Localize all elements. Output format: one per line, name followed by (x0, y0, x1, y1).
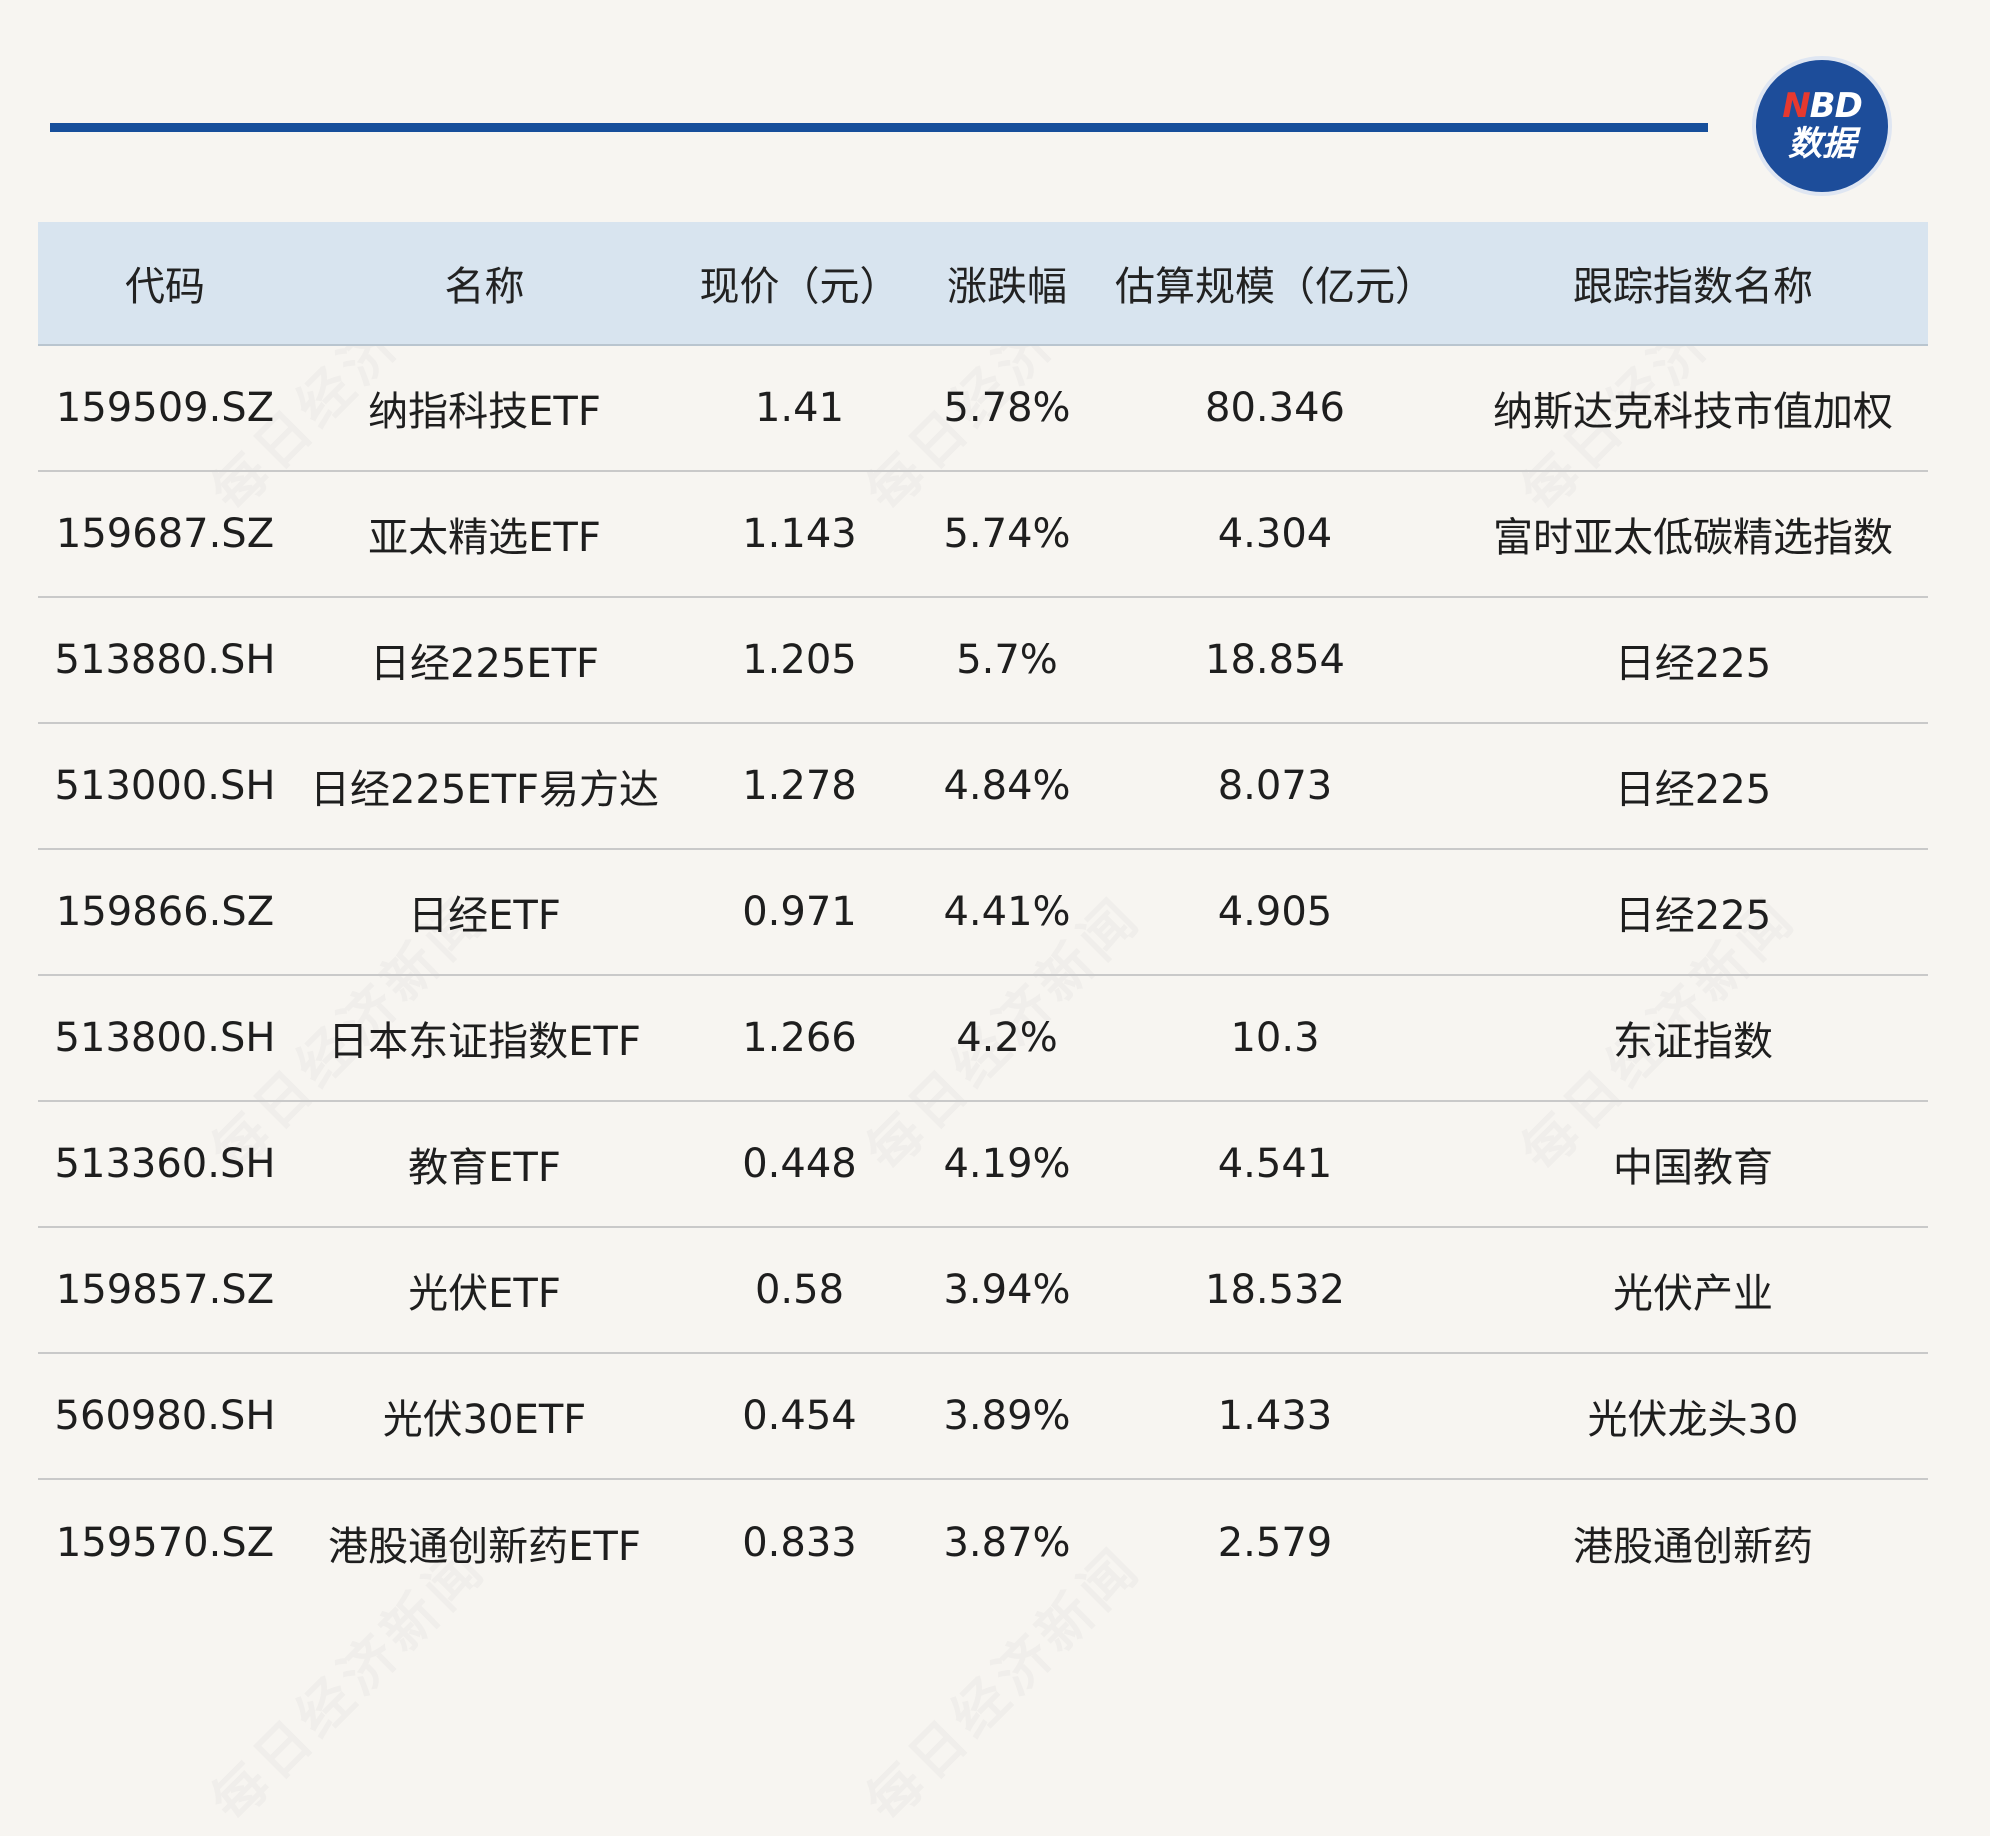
cell-change: 3.87% (943, 1520, 1071, 1566)
cell-index: 港股通创新药 (1573, 1524, 1813, 1570)
cell-index: 日经225 (1614, 893, 1772, 939)
table-row: 159866.SZ 日经ETF 0.971 4.41% 4.905 日经225 (38, 850, 1928, 976)
cell-code: 513000.SH (54, 763, 276, 809)
table-row: 513880.SH 日经225ETF 1.205 5.7% 18.854 日经2… (38, 598, 1928, 724)
cell-name: 纳指科技ETF (368, 389, 601, 435)
cell-change: 5.78% (943, 385, 1071, 431)
cell-name: 日经225ETF (369, 641, 600, 687)
header-index: 跟踪指数名称 (1573, 264, 1813, 310)
table-row: 159687.SZ 亚太精选ETF 1.143 5.74% 4.304 富时亚太… (38, 472, 1928, 598)
cell-name: 港股通创新药ETF (328, 1524, 641, 1570)
cell-change: 4.84% (943, 763, 1071, 809)
nbd-data-logo: NBD 数据 (1752, 56, 1892, 196)
cell-scale: 10.3 (1230, 1015, 1320, 1061)
cell-name: 日经ETF (408, 893, 561, 939)
cell-scale: 2.579 (1217, 1520, 1333, 1566)
cell-code: 159866.SZ (55, 889, 275, 935)
table-row: 159570.SZ 港股通创新药ETF 0.833 3.87% 2.579 港股… (38, 1480, 1928, 1606)
cell-scale: 8.073 (1217, 763, 1333, 809)
cell-code: 159687.SZ (55, 511, 275, 557)
cell-change: 5.74% (943, 511, 1071, 557)
cell-scale: 1.433 (1217, 1393, 1333, 1439)
cell-price: 1.278 (742, 763, 857, 809)
cell-name: 日本东证指数ETF (328, 1019, 641, 1065)
cell-scale: 18.532 (1205, 1267, 1345, 1313)
logo-wordmark: NBD (1782, 86, 1863, 126)
cell-price: 0.971 (742, 889, 857, 935)
table-header: 代码 名称 现价（元） 涨跌幅 估算规模（亿元） 跟踪指数名称 (38, 222, 1928, 346)
cell-change: 4.19% (943, 1141, 1071, 1187)
cell-index: 光伏龙头30 (1587, 1397, 1799, 1443)
header-change: 涨跌幅 (947, 264, 1067, 310)
logo-subtitle: 数据 (1788, 124, 1856, 164)
cell-price: 1.143 (742, 511, 857, 557)
table-row: 513800.SH 日本东证指数ETF 1.266 4.2% 10.3 东证指数 (38, 976, 1928, 1102)
cell-price: 1.205 (742, 637, 857, 683)
logo-n: N (1782, 86, 1810, 126)
table-row: 513000.SH 日经225ETF易方达 1.278 4.84% 8.073 … (38, 724, 1928, 850)
logo-bd: BD (1809, 86, 1863, 126)
cell-scale: 18.854 (1205, 637, 1345, 683)
table-row: 513360.SH 教育ETF 0.448 4.19% 4.541 中国教育 (38, 1102, 1928, 1228)
header-price: 现价（元） (699, 264, 900, 310)
cell-index: 东证指数 (1613, 1019, 1773, 1065)
cell-price: 0.833 (742, 1520, 857, 1566)
cell-code: 560980.SH (54, 1393, 276, 1439)
cell-code: 159857.SZ (55, 1267, 275, 1313)
cell-code: 513880.SH (54, 637, 276, 683)
table-row: 560980.SH 光伏30ETF 0.454 3.89% 1.433 光伏龙头… (38, 1354, 1928, 1480)
cell-change: 4.2% (956, 1015, 1058, 1061)
header-code: 代码 (125, 264, 205, 310)
cell-code: 513360.SH (54, 1141, 276, 1187)
table-row: 159857.SZ 光伏ETF 0.58 3.94% 18.532 光伏产业 (38, 1228, 1928, 1354)
cell-scale: 4.905 (1217, 889, 1333, 935)
cell-change: 3.94% (943, 1267, 1071, 1313)
cell-index: 富时亚太低碳精选指数 (1493, 515, 1893, 561)
cell-price: 0.454 (742, 1393, 857, 1439)
cell-index: 日经225 (1614, 641, 1772, 687)
cell-index: 纳斯达克科技市值加权 (1493, 389, 1893, 435)
cell-name: 光伏30ETF (382, 1397, 587, 1443)
cell-price: 1.41 (754, 385, 845, 431)
header-name: 名称 (444, 264, 525, 310)
cell-name: 光伏ETF (408, 1271, 561, 1317)
cell-change: 4.41% (943, 889, 1071, 935)
cell-index: 光伏产业 (1613, 1271, 1773, 1317)
cell-change: 5.7% (956, 637, 1058, 683)
cell-price: 0.448 (742, 1141, 857, 1187)
header-rule (50, 123, 1708, 132)
cell-name: 教育ETF (408, 1145, 561, 1191)
cell-scale: 4.541 (1217, 1141, 1333, 1187)
table-row: 159509.SZ 纳指科技ETF 1.41 5.78% 80.346 纳斯达克… (38, 346, 1928, 472)
cell-code: 159570.SZ (55, 1520, 275, 1566)
cell-scale: 80.346 (1205, 385, 1345, 431)
cell-price: 1.266 (742, 1015, 857, 1061)
cell-index: 日经225 (1614, 767, 1772, 813)
cell-code: 513800.SH (54, 1015, 276, 1061)
etf-table: 代码 名称 现价（元） 涨跌幅 估算规模（亿元） 跟踪指数名称 159509.S… (38, 222, 1928, 1606)
cell-price: 0.58 (754, 1267, 845, 1313)
cell-index: 中国教育 (1613, 1145, 1773, 1191)
cell-code: 159509.SZ (55, 385, 275, 431)
header-scale: 估算规模（亿元） (1115, 264, 1435, 310)
cell-change: 3.89% (943, 1393, 1071, 1439)
cell-name: 日经225ETF易方达 (309, 767, 660, 813)
cell-scale: 4.304 (1217, 511, 1333, 557)
cell-name: 亚太精选ETF (368, 515, 601, 561)
